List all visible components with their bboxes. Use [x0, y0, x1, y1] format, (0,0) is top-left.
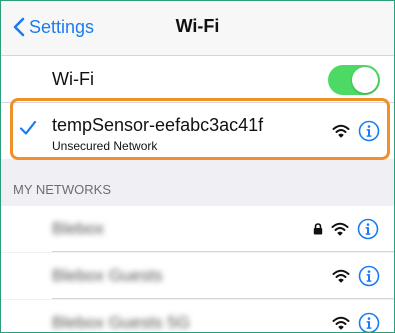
wifi-toggle-label: Wi-Fi	[52, 69, 94, 89]
current-network-name: tempSensor-eefabc3ac41f	[52, 115, 264, 135]
network-name: Blebox Guests 5G	[52, 313, 190, 332]
my-networks-header: MY NETWORKS	[1, 160, 394, 205]
network-icons	[332, 312, 380, 333]
checkmark-icon	[19, 120, 37, 135]
wifi-signal-icon	[332, 269, 350, 283]
network-icons	[313, 218, 379, 240]
info-icon[interactable]	[357, 218, 379, 240]
list-item[interactable]: Blebox Guests 5G	[1, 300, 394, 333]
wifi-toggle-switch[interactable]	[328, 65, 380, 95]
lock-icon	[313, 223, 323, 235]
info-icon[interactable]	[358, 312, 380, 333]
navigation-bar: Settings Wi-Fi	[1, 1, 394, 56]
info-icon[interactable]	[358, 120, 380, 142]
network-name: Blebox	[52, 219, 104, 238]
wifi-toggle-row: Wi-Fi	[1, 56, 394, 103]
row-divider	[52, 251, 394, 252]
current-network-row[interactable]: tempSensor-eefabc3ac41f Unsecured Networ…	[1, 103, 394, 159]
list-item[interactable]: Blebox	[1, 206, 394, 252]
wifi-signal-icon	[331, 222, 349, 236]
current-network-icons	[332, 120, 380, 142]
current-network-status: Unsecured Network	[52, 139, 158, 153]
toggle-knob	[352, 67, 378, 93]
my-networks-title: MY NETWORKS	[13, 182, 111, 197]
network-name: Blebox Guests	[52, 266, 163, 285]
list-item[interactable]: Blebox Guests	[1, 253, 394, 299]
screenshot-frame: Settings Wi-Fi Wi-Fi tempSensor-eefabc3a…	[0, 0, 395, 333]
info-icon[interactable]	[358, 265, 380, 287]
wifi-signal-icon	[332, 316, 350, 330]
wifi-signal-icon	[332, 124, 350, 138]
page-title: Wi-Fi	[175, 16, 220, 36]
network-icons	[332, 265, 380, 287]
row-divider	[52, 298, 394, 299]
